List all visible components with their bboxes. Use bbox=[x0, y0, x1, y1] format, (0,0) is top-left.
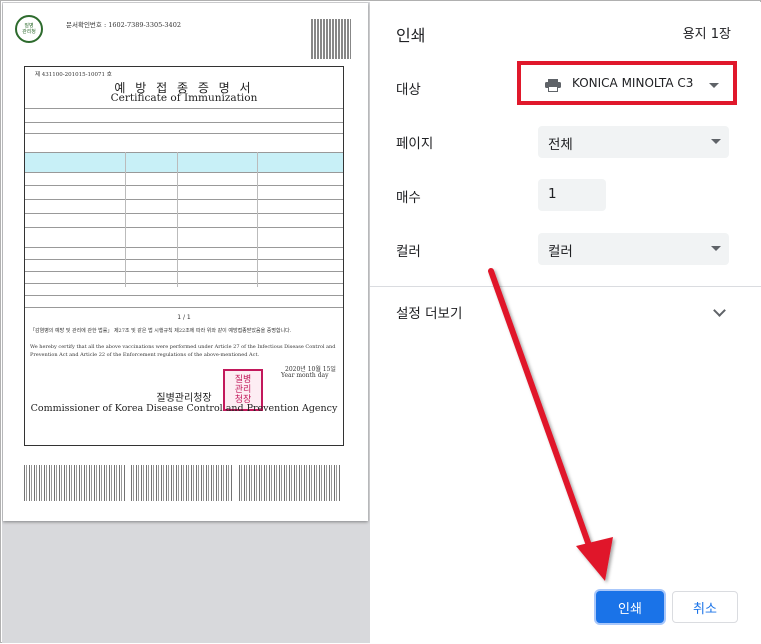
table-row bbox=[25, 213, 343, 214]
certificate-title-en: Certificate of Immunization bbox=[110, 92, 258, 104]
cancel-button[interactable]: 취소 bbox=[672, 591, 738, 623]
pages-select[interactable]: 전체 bbox=[538, 126, 729, 158]
more-settings-toggle[interactable]: 설정 더보기 bbox=[396, 302, 462, 322]
pages-label: 페이지 bbox=[396, 136, 434, 152]
sheet-count: 용지 1장 bbox=[682, 27, 731, 42]
certification-text-en: We hereby certify that all the above vac… bbox=[30, 344, 336, 358]
chevron-down-icon bbox=[709, 83, 719, 88]
table-row bbox=[25, 283, 343, 284]
destination-value: KONICA MINOLTA C36 bbox=[572, 76, 694, 90]
table-row bbox=[25, 271, 343, 272]
table-row bbox=[25, 247, 343, 248]
certification-text-ko: 「감염병의 예방 및 관리에 관한 법률」 제27조 및 같은 법 시행규칙 제… bbox=[30, 328, 292, 334]
chevron-down-icon bbox=[711, 139, 721, 144]
color-value: 컬러 bbox=[548, 244, 573, 260]
copies-value: 1 bbox=[548, 186, 557, 202]
table-row bbox=[25, 108, 343, 109]
table-divider bbox=[177, 152, 178, 287]
divider bbox=[370, 286, 761, 287]
print-button[interactable]: 인쇄 bbox=[596, 591, 664, 623]
pages-value: 전체 bbox=[548, 137, 573, 153]
table-row bbox=[25, 199, 343, 200]
signer-title-ko: 질병관리청장 bbox=[156, 393, 212, 404]
printer-icon bbox=[545, 79, 561, 92]
chevron-down-icon bbox=[711, 246, 721, 251]
copies-label: 매수 bbox=[396, 190, 421, 206]
table-divider bbox=[125, 152, 126, 287]
barcode-icon bbox=[131, 465, 233, 501]
table-row bbox=[25, 133, 343, 134]
certificate-number: 제 431100-201015-10071 호 bbox=[35, 72, 112, 78]
table-divider bbox=[257, 152, 258, 287]
copies-input[interactable]: 1 bbox=[538, 179, 606, 211]
destination-select[interactable]: KONICA MINOLTA C36 bbox=[517, 61, 737, 105]
table-row bbox=[25, 295, 343, 296]
chevron-down-icon[interactable] bbox=[713, 304, 726, 317]
dialog-title: 인쇄 bbox=[396, 26, 426, 45]
table-row bbox=[25, 227, 343, 228]
table-row bbox=[25, 259, 343, 260]
signer-title-en: Commissioner of Korea Disease Control an… bbox=[30, 403, 338, 414]
print-dialog: 질병 관리청 문서확인번호 : 1602-7389-3305-3402 제 431… bbox=[0, 0, 761, 643]
color-select[interactable]: 컬러 bbox=[538, 233, 729, 265]
destination-label: 대상 bbox=[396, 82, 421, 98]
vaccination-table-header bbox=[25, 152, 343, 173]
print-preview-area: 질병 관리청 문서확인번호 : 1602-7389-3305-3402 제 431… bbox=[2, 2, 370, 643]
document-issue-number: 문서확인번호 : 1602-7389-3305-3402 bbox=[66, 21, 181, 29]
print-settings-panel: 인쇄 용지 1장 대상 KONICA MINOLTA C36 페이지 전체 매수… bbox=[370, 2, 761, 643]
certificate-frame: 제 431100-201015-10071 호 예 방 접 종 증 명 서 Ce… bbox=[24, 66, 344, 446]
qr-code-icon bbox=[311, 19, 351, 59]
issuer-seal-icon: 질병 관리청 bbox=[15, 15, 43, 43]
barcode-icon bbox=[239, 465, 341, 501]
preview-page: 질병 관리청 문서확인번호 : 1602-7389-3305-3402 제 431… bbox=[3, 3, 368, 521]
issue-date-en: Year month day bbox=[281, 372, 329, 379]
table-row bbox=[25, 122, 343, 123]
barcode-icon bbox=[24, 465, 126, 501]
table-row bbox=[25, 185, 343, 186]
page-indicator: 1 / 1 bbox=[177, 314, 191, 321]
color-label: 컬러 bbox=[396, 244, 421, 260]
table-row bbox=[25, 307, 343, 308]
